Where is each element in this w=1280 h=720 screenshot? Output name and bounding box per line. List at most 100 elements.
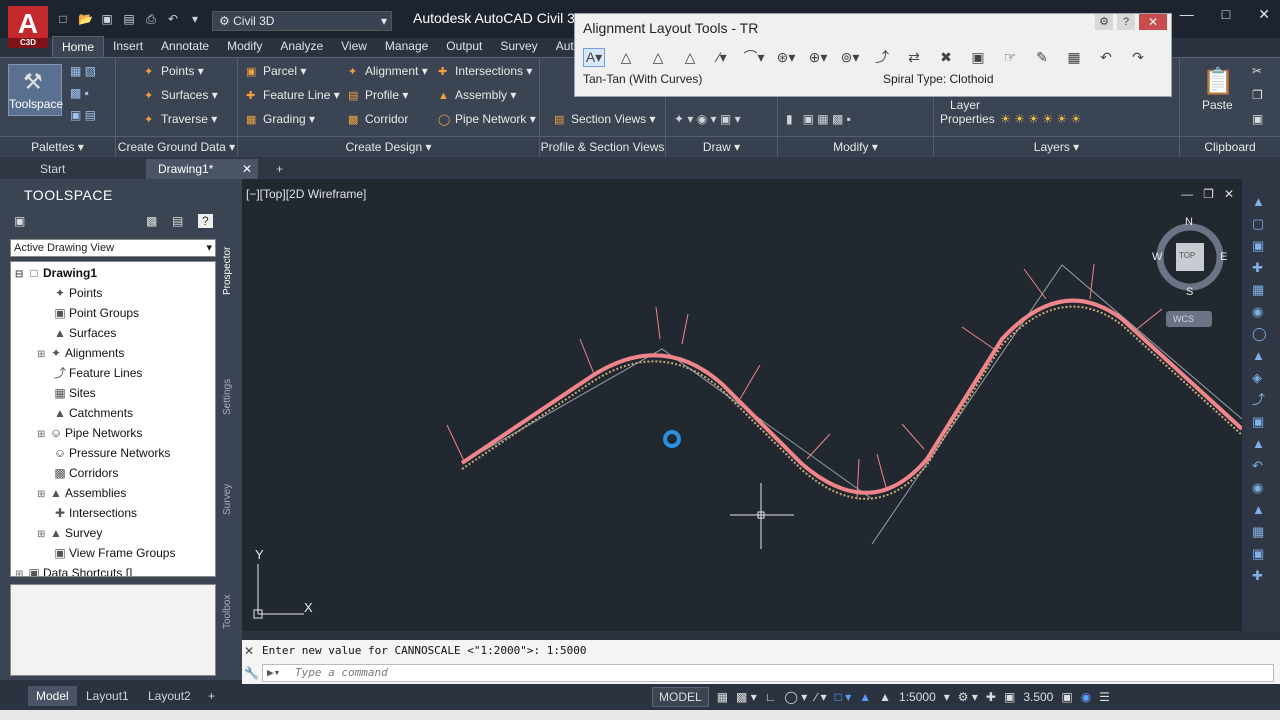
ortho-icon[interactable]: ∟ bbox=[765, 690, 777, 704]
line-curve-icon[interactable]: ⊛▾ bbox=[775, 49, 797, 66]
corridor-button[interactable]: ▩ Corridor bbox=[348, 112, 408, 126]
tree-item-points[interactable]: ✦ Points bbox=[51, 284, 102, 303]
tree-item-point-groups[interactable]: ▣ Point Groups bbox=[51, 304, 139, 323]
app-logo-button[interactable]: A C3D bbox=[8, 6, 48, 48]
clipboard-panel-title[interactable]: Clipboard bbox=[1180, 136, 1280, 156]
undo-icon[interactable]: ↶ bbox=[166, 12, 180, 26]
tab-annotate[interactable]: Annotate bbox=[152, 36, 218, 58]
prospector-icon[interactable]: ▦ ▧ bbox=[70, 64, 96, 78]
maximize-icon[interactable]: □ bbox=[1222, 6, 1230, 23]
profile-section-panel-title[interactable]: Profile & Section Views bbox=[540, 136, 665, 156]
chevron-down-icon[interactable]: ▾ bbox=[944, 690, 950, 704]
float-tools-icon[interactable]: ⊚▾ bbox=[839, 49, 861, 66]
lineweight-icon[interactable]: ▣ bbox=[1004, 690, 1015, 704]
open-icon[interactable]: 📂 bbox=[78, 12, 93, 26]
annotation-scale-select[interactable]: 1:5000 bbox=[899, 690, 936, 704]
compass-east[interactable]: E bbox=[1220, 251, 1227, 263]
panorama-icon[interactable]: ▩ ▪ bbox=[70, 86, 89, 100]
tab-view[interactable]: View bbox=[332, 36, 376, 58]
profile-button[interactable]: ▤ Profile ▾ bbox=[348, 88, 408, 102]
tree-item-intersections[interactable]: ✚ Intersections bbox=[51, 504, 137, 523]
snap-icon[interactable]: ▩ ▾ bbox=[736, 690, 757, 704]
tree-item-feature-lines[interactable]: ⤴ Feature Lines bbox=[51, 364, 142, 383]
convert-icon[interactable]: ⤴ bbox=[871, 47, 893, 67]
tab-layout1[interactable]: Layout1 bbox=[78, 686, 137, 706]
draw-panel-title[interactable]: Draw ▾ bbox=[666, 136, 777, 156]
toolspace-menu-icon[interactable]: ▣ bbox=[14, 214, 25, 228]
new-layout-icon[interactable]: + bbox=[200, 686, 223, 706]
minimize-icon[interactable]: — bbox=[1180, 6, 1194, 23]
save-as-icon[interactable]: ▤ bbox=[122, 12, 136, 26]
grid-icon[interactable]: ▦ bbox=[717, 690, 728, 704]
annotation-scale-icon[interactable]: ▲ bbox=[879, 690, 891, 704]
line-tools-icon[interactable]: ∕▾ bbox=[711, 49, 733, 66]
clean-screen-icon[interactable]: ◉ bbox=[1081, 690, 1091, 704]
pick-sub-entity-icon[interactable]: ☞ bbox=[999, 49, 1021, 66]
layer-tools-icon[interactable]: ☀ ☀ ☀ ☀ ☀ ☀ bbox=[1000, 112, 1081, 126]
tree-item-assemblies[interactable]: ⊞ ▲ Assemblies bbox=[37, 484, 126, 503]
points-button[interactable]: ✦ Points ▾ bbox=[144, 64, 204, 78]
draw-tools-icon[interactable]: ✦ ▾ ◉ ▾ ▣ ▾ bbox=[674, 112, 741, 126]
insert-pi-icon[interactable]: △ bbox=[615, 49, 637, 66]
status-value[interactable]: 3.500 bbox=[1023, 690, 1053, 704]
side-tab-prospector[interactable]: Prospector bbox=[222, 239, 238, 295]
compass-west[interactable]: W bbox=[1152, 251, 1162, 263]
traverse-button[interactable]: ✦ Traverse ▾ bbox=[144, 112, 217, 126]
tab-start[interactable]: Start bbox=[28, 159, 146, 179]
compass-north[interactable]: N bbox=[1185, 216, 1193, 228]
reverse-icon[interactable]: ⇄ bbox=[903, 49, 925, 66]
view-cube-top-label[interactable]: TOP bbox=[1179, 251, 1195, 260]
close-icon[interactable]: ✕ bbox=[242, 159, 252, 179]
tab-layout2[interactable]: Layout2 bbox=[140, 686, 199, 706]
curve-tools-icon[interactable]: ⌒▾ bbox=[743, 47, 765, 67]
tree-root-drawing1[interactable]: ⊟ □ Drawing1 bbox=[15, 264, 97, 283]
settings-icon[interactable]: ⚙ bbox=[1095, 14, 1113, 30]
toolbox-icon[interactable]: ▣ ▤ bbox=[70, 108, 96, 122]
palette-close-button[interactable]: ✕ bbox=[1139, 14, 1167, 30]
tree-toggle-icon[interactable]: ▩ bbox=[146, 214, 157, 228]
edit-best-fit-icon[interactable]: ▣ bbox=[967, 49, 989, 66]
new-tab-icon[interactable]: + bbox=[264, 159, 295, 179]
close-icon[interactable]: ✕ bbox=[244, 644, 254, 658]
dropdown-icon[interactable]: ▾ bbox=[188, 12, 202, 26]
tab-drawing1[interactable]: Drawing1* ✕ bbox=[146, 159, 258, 179]
gear-icon[interactable]: ⚙ ▾ bbox=[958, 690, 978, 704]
save-icon[interactable]: ▣ bbox=[100, 12, 114, 26]
tab-manage[interactable]: Manage bbox=[376, 36, 437, 58]
tab-output[interactable]: Output bbox=[437, 36, 491, 58]
paste-button[interactable]: Paste bbox=[1202, 98, 1233, 112]
side-tab-toolbox[interactable]: Toolbox bbox=[222, 585, 238, 629]
customize-icon[interactable]: 🔧 bbox=[244, 666, 259, 680]
osnap-icon[interactable]: □ ▾ bbox=[835, 690, 852, 704]
surfaces-button[interactable]: ✦ Surfaces ▾ bbox=[144, 88, 218, 102]
sub-entity-editor-icon[interactable]: ✎ bbox=[1031, 49, 1053, 66]
grading-button[interactable]: ▦ Grading ▾ bbox=[246, 112, 315, 126]
cut-icon[interactable]: ✂ bbox=[1252, 64, 1262, 78]
break-apart-pi-icon[interactable]: △ bbox=[679, 49, 701, 66]
command-input[interactable]: ▶▾ Type a command bbox=[262, 664, 1274, 682]
tree-item-surfaces[interactable]: ▲ Surfaces bbox=[51, 324, 116, 343]
tree-item-alignments[interactable]: ⊞ ✦ Alignments bbox=[37, 344, 124, 363]
feature-line-button[interactable]: ✚ Feature Line ▾ bbox=[246, 88, 340, 102]
tree-item-corridors[interactable]: ▩ Corridors bbox=[51, 464, 118, 483]
workspace-select[interactable]: ⚙ Civil 3D ▾ bbox=[212, 11, 392, 31]
layer-properties-button[interactable]: Layer Properties bbox=[940, 98, 995, 126]
copy-icon[interactable]: ❐ bbox=[1252, 88, 1263, 102]
spiral-tools-icon[interactable]: ⊕▾ bbox=[807, 49, 829, 66]
annotation-visibility-icon[interactable]: ▲ bbox=[859, 690, 871, 704]
compass-south[interactable]: S bbox=[1186, 286, 1193, 298]
tree-item-sites[interactable]: ▦ Sites bbox=[51, 384, 95, 403]
section-views-button[interactable]: ▤ Section Views ▾ bbox=[554, 112, 656, 126]
palettes-panel-title[interactable]: Palettes ▾ bbox=[0, 136, 115, 156]
layers-panel-title[interactable]: Layers ▾ bbox=[934, 136, 1179, 156]
help-icon[interactable]: ? bbox=[1117, 14, 1135, 30]
alignment-layout-tools-palette[interactable]: Alignment Layout Tools - TR ⚙ ? ✕ A▾ △ △… bbox=[574, 13, 1172, 97]
pipe-network-button[interactable]: ◯ Pipe Network ▾ bbox=[438, 112, 536, 126]
new-icon[interactable]: □ bbox=[56, 12, 70, 26]
workspace-switch-icon[interactable]: ▣ bbox=[1061, 690, 1072, 704]
tab-insert[interactable]: Insert bbox=[104, 36, 152, 58]
side-tab-survey[interactable]: Survey bbox=[222, 475, 238, 515]
tab-home[interactable]: Home bbox=[52, 36, 105, 58]
plus-icon[interactable]: ✚ bbox=[986, 690, 996, 704]
active-drawing-view-select[interactable]: Active Drawing View ▾ bbox=[10, 239, 216, 257]
